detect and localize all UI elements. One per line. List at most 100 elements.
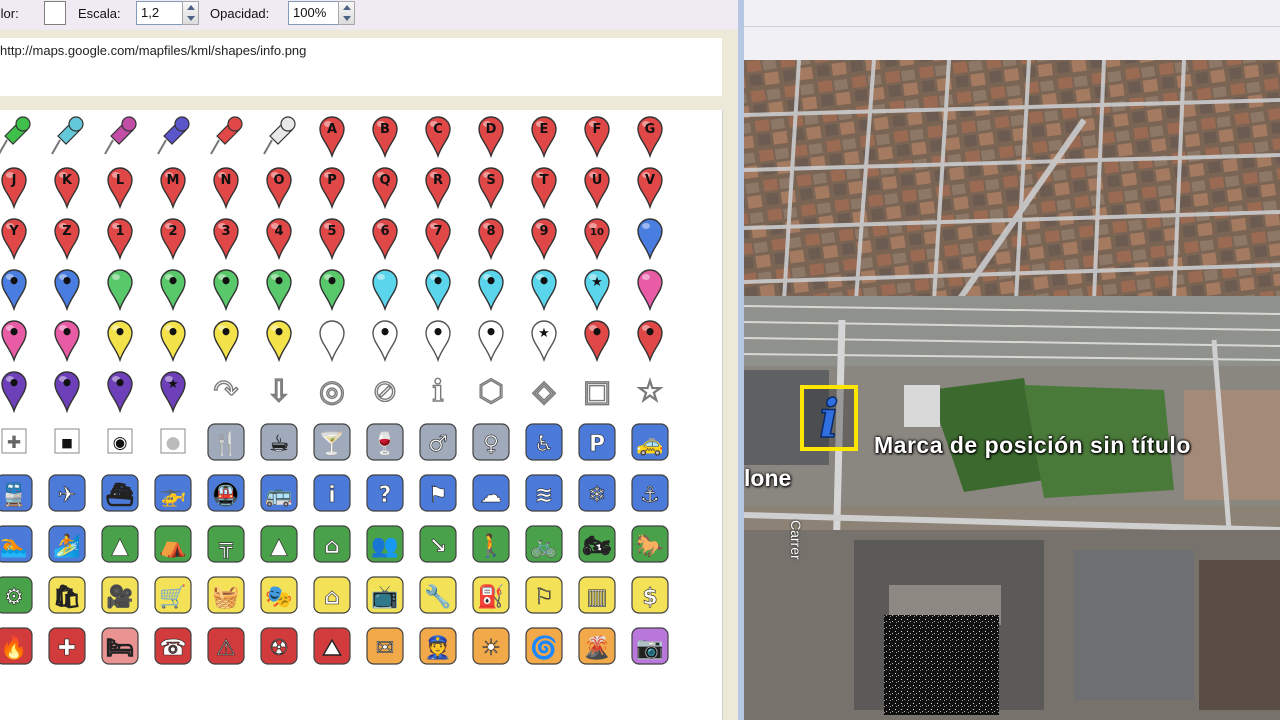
icon-option[interactable]: 🌋 bbox=[572, 620, 622, 670]
icon-option[interactable]: G bbox=[625, 110, 675, 160]
icon-option[interactable]: • bbox=[413, 314, 463, 364]
icon-option[interactable]: 5 bbox=[307, 212, 357, 262]
icon-option[interactable]: ☀ bbox=[466, 620, 516, 670]
icon-option[interactable]: • bbox=[95, 314, 145, 364]
icon-option[interactable]: 🌀 bbox=[519, 620, 569, 670]
icon-option[interactable]: ❄ bbox=[572, 467, 622, 517]
icon-option[interactable]: 7 bbox=[413, 212, 463, 262]
icon-option[interactable]: T bbox=[519, 161, 569, 211]
icon-option[interactable]: 🍸 bbox=[307, 416, 357, 466]
icon-option[interactable]: ✈ bbox=[42, 467, 92, 517]
icon-option[interactable]: Z bbox=[42, 212, 92, 262]
icon-option[interactable]: • bbox=[148, 263, 198, 313]
icon-option[interactable]: 🚆 bbox=[0, 467, 39, 517]
icon-option[interactable]: ⌂ bbox=[307, 518, 357, 568]
icon-option[interactable]: ★ bbox=[572, 263, 622, 313]
icon-option[interactable]: ☎ bbox=[148, 620, 198, 670]
icon-option[interactable]: E bbox=[519, 110, 569, 160]
icon-option[interactable]: • bbox=[254, 314, 304, 364]
icon-option[interactable]: 🚇 bbox=[201, 467, 251, 517]
icon-option[interactable]: • bbox=[519, 263, 569, 313]
icon-option[interactable]: P bbox=[572, 416, 622, 466]
icon-option[interactable]: ✚ bbox=[42, 620, 92, 670]
icon-option[interactable]: ⊘ bbox=[360, 365, 410, 415]
icon-option[interactable]: 🚁 bbox=[148, 467, 198, 517]
icon-option[interactable]: ♿ bbox=[519, 416, 569, 466]
icon-option[interactable] bbox=[360, 263, 410, 313]
icon-option[interactable]: • bbox=[42, 263, 92, 313]
opacity-input[interactable]: 100% bbox=[288, 1, 340, 25]
icon-option[interactable]: ⚓ bbox=[625, 467, 675, 517]
icon-option[interactable]: D bbox=[466, 110, 516, 160]
icon-option[interactable]: ⚠ bbox=[201, 620, 251, 670]
icon-option[interactable]: ▥ bbox=[572, 569, 622, 619]
icon-option[interactable]: ℹ bbox=[413, 365, 463, 415]
icon-option[interactable]: ☕ bbox=[254, 416, 304, 466]
icon-option[interactable]: • bbox=[625, 314, 675, 364]
icon-option[interactable]: ? bbox=[360, 467, 410, 517]
icon-option[interactable]: 8 bbox=[466, 212, 516, 262]
icon-option[interactable]: 🛏 bbox=[95, 620, 145, 670]
icon-option[interactable]: • bbox=[413, 263, 463, 313]
placemark-info-icon[interactable]: i bbox=[800, 385, 858, 451]
icon-option[interactable]: 🏊 bbox=[0, 518, 39, 568]
icon-option[interactable]: i bbox=[307, 467, 357, 517]
icon-option[interactable]: ◎ bbox=[307, 365, 357, 415]
icon-option[interactable]: ⇩ bbox=[254, 365, 304, 415]
icon-option[interactable]: • bbox=[148, 314, 198, 364]
icon-option[interactable]: R bbox=[413, 161, 463, 211]
icon-option[interactable]: 🛍 bbox=[42, 569, 92, 619]
icon-option[interactable] bbox=[254, 110, 304, 160]
icon-option[interactable]: Q bbox=[360, 161, 410, 211]
icon-option[interactable]: ◾ bbox=[42, 416, 92, 466]
icon-option[interactable]: ⛽ bbox=[466, 569, 516, 619]
icon-option[interactable]: • bbox=[42, 365, 92, 415]
icon-option[interactable]: ⚐ bbox=[519, 569, 569, 619]
icon-option[interactable]: • bbox=[466, 263, 516, 313]
icon-option[interactable]: F bbox=[572, 110, 622, 160]
icon-option[interactable]: ♂ bbox=[413, 416, 463, 466]
icon-option[interactable]: S bbox=[466, 161, 516, 211]
icon-option[interactable]: 4 bbox=[254, 212, 304, 262]
icon-option[interactable]: 🎥 bbox=[95, 569, 145, 619]
icon-option[interactable]: • bbox=[42, 314, 92, 364]
icon-option[interactable]: ✚ bbox=[0, 416, 39, 466]
icon-option[interactable]: • bbox=[0, 365, 39, 415]
icon-option[interactable]: $ bbox=[625, 569, 675, 619]
icon-option[interactable] bbox=[148, 110, 198, 160]
scale-spin-buttons[interactable] bbox=[182, 1, 199, 25]
icon-option[interactable]: ◉ bbox=[95, 416, 145, 466]
icon-option[interactable] bbox=[95, 263, 145, 313]
icon-option[interactable]: 🏄 bbox=[42, 518, 92, 568]
icon-option[interactable]: • bbox=[254, 263, 304, 313]
icon-option[interactable]: O bbox=[254, 161, 304, 211]
icon-option[interactable]: ⛰ bbox=[307, 620, 357, 670]
icon-option[interactable]: 🚶 bbox=[466, 518, 516, 568]
icon-option[interactable]: • bbox=[201, 263, 251, 313]
icon-url-field[interactable]: http://maps.google.com/mapfiles/kml/shap… bbox=[0, 38, 722, 96]
icon-option[interactable]: ◈ bbox=[519, 365, 569, 415]
icon-option[interactable]: 🧺 bbox=[201, 569, 251, 619]
icon-option[interactable]: ● bbox=[148, 416, 198, 466]
icon-option[interactable]: A bbox=[307, 110, 357, 160]
icon-option[interactable]: ▣ bbox=[572, 365, 622, 415]
icon-option[interactable]: C bbox=[413, 110, 463, 160]
icon-option[interactable]: ╦ bbox=[201, 518, 251, 568]
icon-option[interactable]: ⚑ bbox=[413, 467, 463, 517]
icon-option[interactable]: 2 bbox=[148, 212, 198, 262]
icon-option[interactable]: 📷 bbox=[625, 620, 675, 670]
icon-option[interactable]: P bbox=[307, 161, 357, 211]
icon-option[interactable]: ✉ bbox=[360, 620, 410, 670]
icon-option[interactable]: K bbox=[42, 161, 92, 211]
icon-option[interactable]: U bbox=[572, 161, 622, 211]
icon-option[interactable]: 🔧 bbox=[413, 569, 463, 619]
scale-input[interactable]: 1,2 bbox=[136, 1, 184, 25]
icon-option[interactable]: V bbox=[625, 161, 675, 211]
icon-option[interactable]: ↘ bbox=[413, 518, 463, 568]
icon-option[interactable]: • bbox=[466, 314, 516, 364]
icon-option[interactable]: • bbox=[0, 263, 39, 313]
icon-option[interactable]: • bbox=[95, 365, 145, 415]
icon-option[interactable]: L bbox=[95, 161, 145, 211]
icon-option[interactable]: 🎭 bbox=[254, 569, 304, 619]
icon-option[interactable]: 🐎 bbox=[625, 518, 675, 568]
